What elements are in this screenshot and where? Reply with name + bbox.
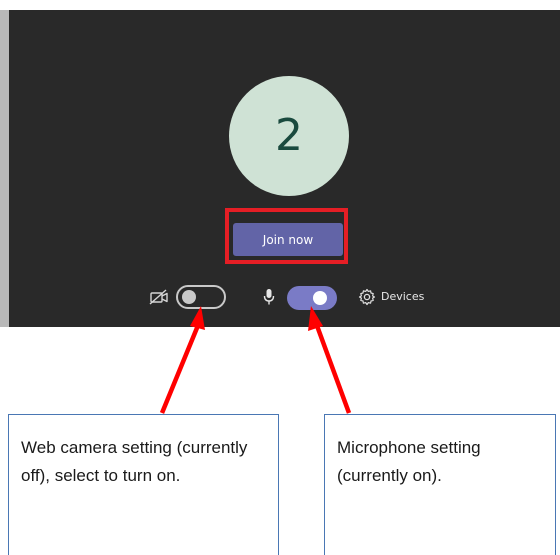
camera-toggle-knob: [182, 290, 196, 304]
meeting-prejoin-panel: 2 Join now Devices: [0, 0, 560, 327]
panel-edge: [0, 10, 9, 327]
avatar-initial: 2: [275, 110, 303, 161]
camera-toggle[interactable]: [176, 285, 226, 309]
camera-callout: Web camera setting (currently off), sele…: [8, 414, 279, 555]
microphone-toggle-knob: [313, 291, 327, 305]
microphone-icon: [263, 289, 275, 305]
microphone-toggle[interactable]: [287, 286, 337, 310]
join-now-button[interactable]: Join now: [233, 223, 343, 256]
camera-arrow: [159, 322, 202, 414]
devices-button-label[interactable]: Devices: [381, 290, 424, 304]
avatar: 2: [229, 76, 349, 196]
gear-icon[interactable]: [358, 288, 376, 306]
microphone-arrow: [313, 322, 352, 414]
camera-off-icon: [149, 289, 168, 305]
device-controls: Devices: [0, 283, 560, 313]
annotated-screenshot: 2 Join now Devices Web camera setting (c…: [0, 0, 560, 555]
microphone-callout: Microphone setting (currently on).: [324, 414, 556, 555]
